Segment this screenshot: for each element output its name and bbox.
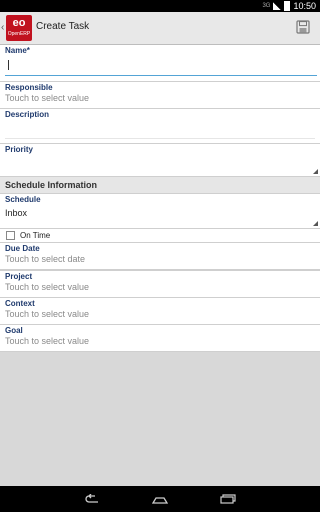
action-bar: ‹ eo OpenERP Create Task: [0, 12, 320, 45]
name-field-row: Name*: [0, 45, 320, 82]
description-underline: [5, 138, 315, 139]
system-nav-bar: [0, 486, 320, 512]
name-label: Name*: [5, 46, 30, 55]
schedule-label: Schedule: [5, 195, 41, 204]
logo-subtext: OpenERP: [7, 31, 31, 37]
responsible-label: Responsible: [5, 83, 53, 92]
due-date-value[interactable]: Touch to select date: [0, 253, 320, 266]
on-time-row[interactable]: On Time: [0, 229, 320, 243]
back-icon[interactable]: [84, 494, 100, 504]
recents-icon[interactable]: [220, 494, 236, 504]
app-logo[interactable]: eo OpenERP: [6, 15, 32, 41]
context-value[interactable]: Touch to select value: [0, 308, 320, 321]
schedule-select[interactable]: Inbox: [0, 204, 320, 218]
project-field-row[interactable]: Project Touch to select value: [0, 270, 320, 298]
context-label: Context: [5, 299, 35, 308]
priority-field-row[interactable]: Priority: [0, 144, 320, 177]
project-label: Project: [5, 272, 33, 281]
up-chevron-icon[interactable]: ‹: [1, 22, 4, 33]
due-date-field-row[interactable]: Due Date Touch to select date: [0, 243, 320, 270]
status-icons: 3G 10:50: [262, 1, 316, 11]
goal-value[interactable]: Touch to select value: [0, 335, 320, 348]
page-title: Create Task: [36, 21, 90, 32]
save-icon[interactable]: [296, 20, 310, 34]
status-bar: 3G 10:50: [0, 0, 320, 12]
signal-icon: [273, 2, 282, 10]
schedule-field-row[interactable]: Schedule Inbox: [0, 194, 320, 229]
name-input[interactable]: [5, 57, 317, 76]
battery-icon: [284, 1, 291, 11]
description-value[interactable]: [0, 119, 320, 122]
priority-value[interactable]: [0, 154, 320, 157]
logo-mark: eo: [12, 17, 26, 29]
task-form: Name* Responsible Touch to select value …: [0, 45, 320, 352]
text-caret: [8, 60, 9, 70]
section-schedule-header: Schedule Information: [0, 177, 320, 194]
home-icon[interactable]: [152, 494, 168, 504]
project-value[interactable]: Touch to select value: [0, 281, 320, 294]
goal-field-row[interactable]: Goal Touch to select value: [0, 325, 320, 352]
description-label: Description: [5, 110, 50, 119]
on-time-checkbox[interactable]: [6, 231, 15, 240]
on-time-label: On Time: [20, 231, 51, 240]
context-field-row[interactable]: Context Touch to select value: [0, 298, 320, 325]
dropdown-corner-icon: [313, 221, 318, 226]
priority-label: Priority: [5, 145, 34, 154]
responsible-value[interactable]: Touch to select value: [0, 92, 320, 105]
due-date-label: Due Date: [5, 244, 40, 253]
clock: 10:50: [293, 1, 316, 11]
responsible-field-row[interactable]: Responsible Touch to select value: [0, 82, 320, 109]
description-field-row[interactable]: Description: [0, 109, 320, 144]
signal-type: 3G: [262, 3, 271, 9]
goal-label: Goal: [5, 326, 23, 335]
dropdown-corner-icon: [313, 169, 318, 174]
